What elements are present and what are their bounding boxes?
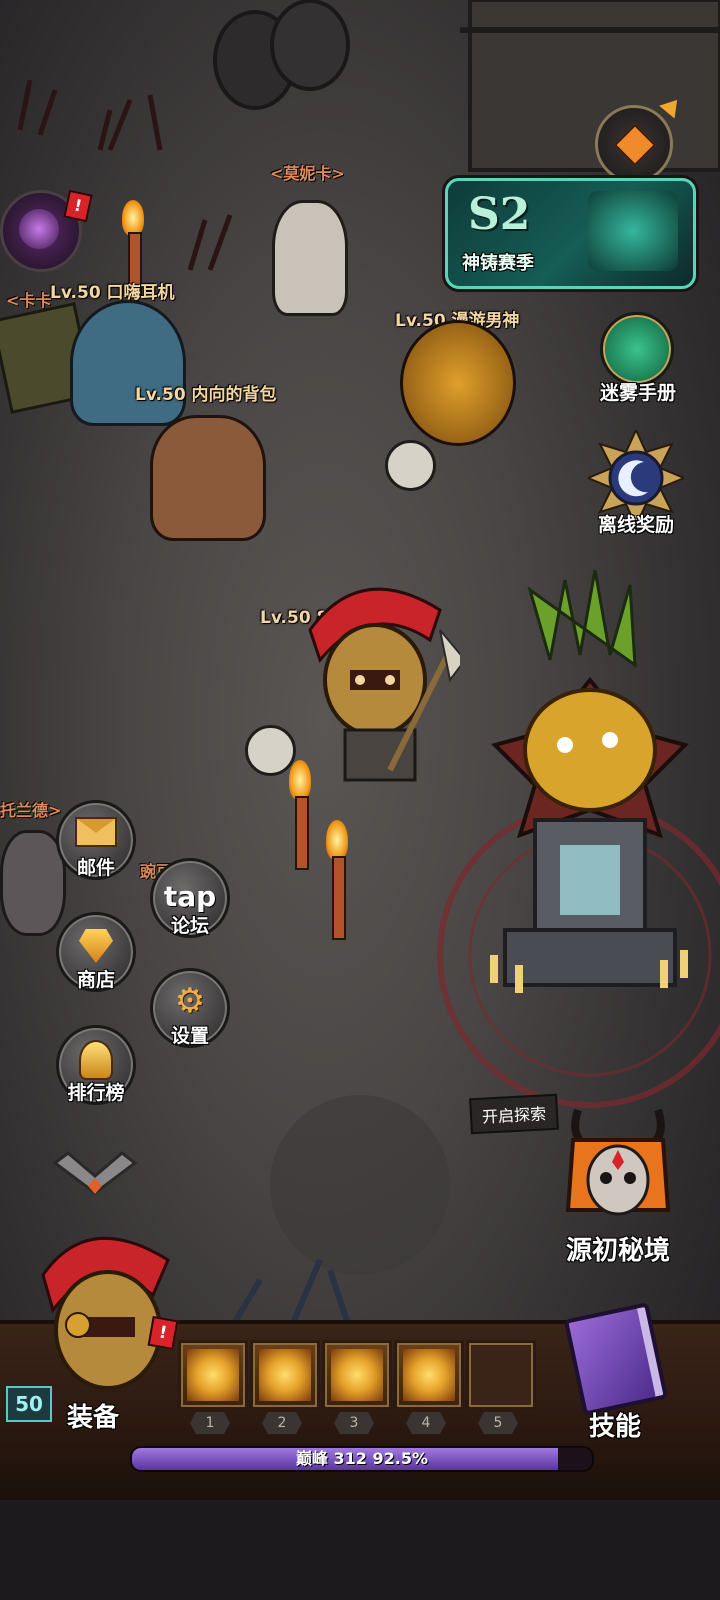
player-character[interactable]	[400, 320, 516, 446]
player-level-badge: 50	[6, 1386, 52, 1422]
slot-number: 3	[334, 1412, 374, 1434]
season-banner[interactable]: S2 神铸赛季	[445, 178, 696, 289]
explore-tag: 开启探索	[469, 1093, 559, 1135]
shrine-icon	[490, 569, 689, 993]
npc-name-toland: 托兰德>	[0, 801, 62, 820]
fog-manual-label: 迷雾手册	[599, 382, 676, 404]
skill-slot-5[interactable]	[466, 1340, 536, 1410]
book-icon	[600, 312, 674, 386]
helmet-portrait-icon	[41, 1236, 170, 1390]
player-name: Lv.50 口嗨耳机	[50, 283, 175, 303]
slot-number: 2	[262, 1412, 302, 1434]
player-name: Lv.50 内向的背包	[135, 385, 277, 405]
forum-button[interactable]: tap 论坛	[150, 858, 230, 938]
mail-icon	[59, 813, 133, 847]
pineapple-shrine[interactable]	[470, 569, 710, 1020]
skull-icon	[565, 1108, 671, 1216]
player-character[interactable]	[150, 415, 266, 541]
skill-burst-icon	[259, 1349, 311, 1401]
season-emblem-icon	[588, 191, 678, 271]
chevron-down-icon	[52, 1151, 138, 1195]
shop-button[interactable]: 商店	[56, 912, 136, 992]
forum-label: 论坛	[170, 915, 209, 937]
compass-button[interactable]	[595, 105, 673, 183]
slot-number: 5	[478, 1412, 518, 1434]
origin-realm-button[interactable]: 源初秘境	[548, 1100, 688, 1270]
settings-button[interactable]: ⚙ 设置	[150, 968, 230, 1048]
spartan-warrior-icon	[308, 587, 467, 782]
alert-icon: !	[147, 1315, 179, 1351]
mail-label: 邮件	[76, 857, 115, 879]
skill-slash-icon	[187, 1349, 239, 1401]
shop-label: 商店	[76, 969, 115, 991]
spellbook-icon	[563, 1302, 669, 1416]
origin-realm-label: 源初秘境	[565, 1236, 670, 1266]
moon-icon	[585, 427, 687, 529]
player-character[interactable]	[70, 300, 186, 426]
collapse-menu-button[interactable]	[50, 1148, 140, 1208]
skill-slot-4[interactable]	[394, 1340, 464, 1410]
npc-monica[interactable]	[272, 200, 348, 316]
settings-label: 设置	[170, 1025, 209, 1047]
npc-name-monica: <莫妮卡>	[270, 164, 345, 183]
swirl-icon	[19, 209, 59, 249]
skill-slot-3[interactable]	[322, 1340, 392, 1410]
slot-number: 1	[190, 1412, 230, 1434]
player-level: 50	[15, 1392, 43, 1416]
gear-icon: ⚙	[174, 981, 206, 1021]
ranking-button[interactable]: 排行榜	[56, 1025, 136, 1105]
compass-icon	[613, 123, 657, 167]
fog-manual-button[interactable]: 迷雾手册	[598, 310, 676, 404]
offline-reward-label: 离线奖励	[597, 514, 674, 536]
season-title: 神铸赛季	[462, 253, 534, 274]
tap-icon-text: tap	[163, 880, 217, 913]
season-badge: S2	[468, 189, 531, 240]
ranking-label: 排行榜	[67, 1082, 125, 1104]
game-scene[interactable]: <莫妮卡> <卡卡 Lv.50 口嗨耳机 Lv.50 漫游男神 Lv.50 内向…	[0, 0, 720, 1600]
skill-demon-icon	[403, 1349, 455, 1401]
skills-button[interactable]: 技能	[555, 1300, 675, 1450]
hud-bottom-ornament	[0, 1500, 720, 1600]
diamond-icon	[59, 925, 133, 963]
tap-icon: tap	[153, 875, 227, 915]
mail-button[interactable]: 邮件	[56, 800, 136, 880]
torch	[322, 820, 352, 940]
pet-companion	[385, 440, 436, 491]
trophy-icon	[59, 1038, 133, 1080]
pet-companion	[245, 725, 296, 776]
skill-slot-2[interactable]	[250, 1340, 320, 1410]
offline-reward-button[interactable]: 离线奖励	[585, 427, 687, 540]
slot-number: 4	[406, 1412, 446, 1434]
skills-label: 技能	[588, 1412, 641, 1442]
xp-bar: 巅峰 312 92.5%	[130, 1446, 594, 1472]
main-player-character[interactable]	[290, 570, 467, 790]
explore-tag-text: 开启探索	[481, 1104, 547, 1127]
xp-text: 巅峰 312 92.5%	[295, 1449, 429, 1468]
skill-slot-1[interactable]	[178, 1340, 248, 1410]
skill-claw-icon	[331, 1349, 383, 1401]
